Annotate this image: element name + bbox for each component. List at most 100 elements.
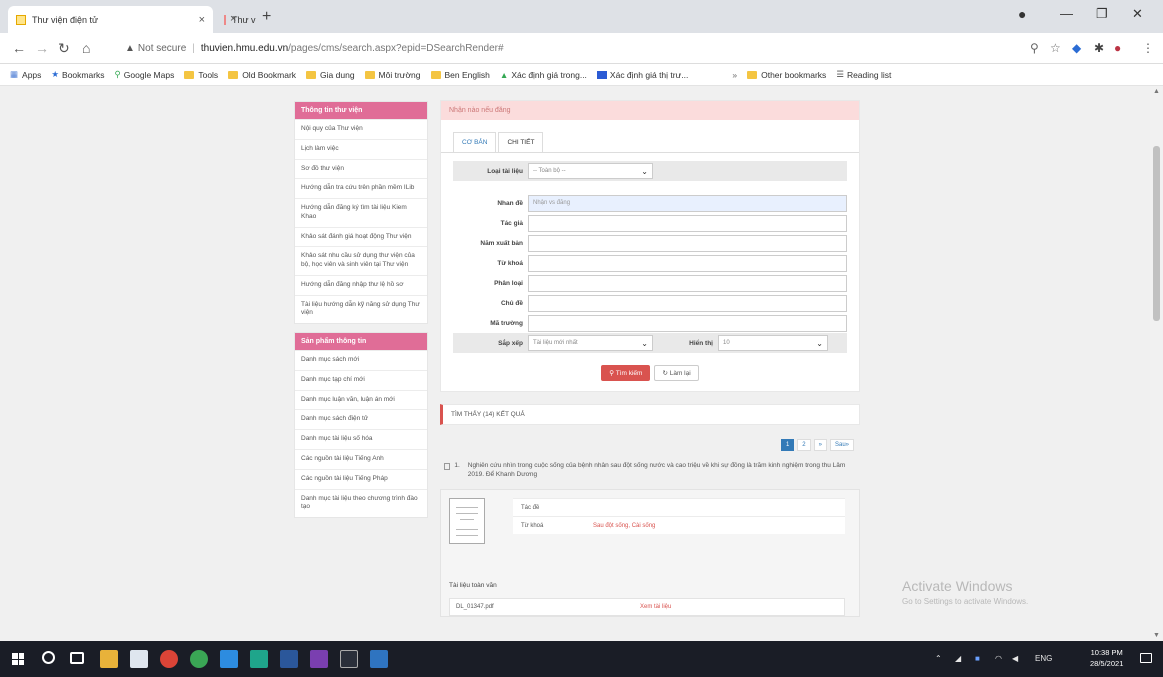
- scroll-up-icon[interactable]: ▲: [1153, 88, 1160, 95]
- next-page-button[interactable]: »: [813, 439, 827, 451]
- store-icon[interactable]: [130, 650, 148, 668]
- zoom-icon[interactable]: ⚲: [1030, 41, 1039, 55]
- sidebar-link[interactable]: Khảo sát đánh giá hoạt động Thư viện: [295, 226, 427, 247]
- back-icon[interactable]: ←: [12, 40, 26, 56]
- word-icon[interactable]: [280, 650, 298, 668]
- author-input[interactable]: [528, 214, 847, 232]
- search-button[interactable]: ⚲ Tìm kiếm: [601, 365, 651, 381]
- close-window-button[interactable]: ✕: [1132, 6, 1143, 22]
- bookmark-folder[interactable]: Tools: [184, 70, 218, 80]
- tray-app-icon[interactable]: ■: [975, 654, 980, 663]
- tab-advanced[interactable]: CHI TIẾT: [498, 132, 544, 152]
- browser-tab-1[interactable]: Thư viện điện tử ×: [8, 6, 213, 33]
- sidebar-link[interactable]: Danh mục tài liệu số hóa: [295, 429, 427, 449]
- task-view-icon[interactable]: [70, 652, 84, 664]
- sidebar-link[interactable]: Nội quy của Thư viện: [295, 119, 427, 139]
- network-icon[interactable]: ◢: [955, 654, 961, 663]
- keyword-input[interactable]: [528, 254, 847, 272]
- teamviewer-icon[interactable]: [220, 650, 238, 668]
- avatar[interactable]: ●: [1114, 41, 1121, 55]
- bookmark-item[interactable]: ⚲ Google Maps: [115, 69, 175, 80]
- sidebar-link[interactable]: Khảo sát nhu cầu sử dụng thư viện của bộ…: [295, 246, 427, 275]
- reading-list-icon: ☰: [836, 69, 844, 79]
- sidebar-link[interactable]: Lịch làm việc: [295, 138, 427, 159]
- search-icon[interactable]: [42, 651, 55, 664]
- app-icon-purple[interactable]: [310, 650, 328, 668]
- perpage-select[interactable]: 10 ⌄: [718, 335, 828, 351]
- volume-icon[interactable]: ◀: [1012, 654, 1018, 663]
- tab-basic[interactable]: CƠ BẢN: [453, 132, 497, 152]
- result-checkbox[interactable]: [444, 463, 451, 470]
- tray-chevron-icon[interactable]: ⌃: [935, 654, 942, 663]
- windows-start-icon[interactable]: [12, 653, 24, 665]
- bookmark-item[interactable]: Xác định giá thị trư...: [596, 70, 688, 80]
- extension-icon[interactable]: ◆: [1072, 41, 1081, 55]
- code-input[interactable]: [528, 314, 847, 332]
- bookmark-item[interactable]: ★ Bookmarks: [51, 69, 104, 80]
- sidebar-link[interactable]: Danh mục luận văn, luận án mới: [295, 389, 427, 410]
- notification-icon[interactable]: [1140, 653, 1152, 663]
- menu-icon[interactable]: ⋮: [1142, 41, 1154, 55]
- sidebar-link[interactable]: Danh mục sách mới: [295, 350, 427, 370]
- close-tab-icon[interactable]: ×: [199, 14, 205, 26]
- language-indicator[interactable]: ENG: [1035, 654, 1052, 663]
- reload-icon[interactable]: ↻: [58, 40, 70, 57]
- sidebar-link[interactable]: Các nguồn tài liệu Tiếng Anh: [295, 449, 427, 469]
- reading-list[interactable]: ☰ Reading list: [836, 69, 891, 80]
- subject-input[interactable]: [528, 274, 847, 292]
- sidebar-link[interactable]: Danh mục tài liệu theo chương trình đào …: [295, 488, 427, 518]
- puzzle-icon[interactable]: ✱: [1094, 41, 1104, 55]
- sidebar-link[interactable]: Hướng dẫn đăng ký tìm tài liệu Kiem Khao: [295, 198, 427, 227]
- apps-bookmark[interactable]: ▦ Apps: [10, 69, 41, 80]
- document-thumbnail[interactable]: [449, 498, 485, 545]
- meta-value[interactable]: Sau đột sống, Cài sống: [593, 523, 655, 529]
- close-tab-icon[interactable]: ×: [230, 13, 236, 25]
- view-document-link[interactable]: Xem tài liệu: [640, 604, 671, 610]
- sidebar-link[interactable]: Sơ đồ thư viện: [295, 158, 427, 179]
- home-icon[interactable]: ⌂: [82, 40, 90, 56]
- star-icon[interactable]: ☆: [1050, 41, 1061, 55]
- topic-input[interactable]: [528, 294, 847, 312]
- maximize-button[interactable]: ❐: [1096, 6, 1108, 22]
- app-icon-blue[interactable]: [370, 650, 388, 668]
- more-bookmarks-icon[interactable]: »: [732, 70, 737, 80]
- sidebar-link[interactable]: Tài liệu hướng dẫn kỹ năng sử dụng Thư v…: [295, 294, 427, 324]
- forward-icon[interactable]: →: [35, 40, 49, 56]
- bookmark-folder[interactable]: Ben English: [430, 70, 490, 80]
- page-scrollbar[interactable]: ▲ ▼: [1150, 86, 1163, 641]
- chrome-icon[interactable]: [160, 650, 178, 668]
- bookmark-item[interactable]: ▲ Xác định giá trong...: [500, 70, 587, 80]
- new-tab-button[interactable]: +: [262, 8, 271, 26]
- bookmark-folder[interactable]: Other bookmarks: [747, 70, 826, 80]
- bookmark-folder[interactable]: Môi trường: [364, 70, 421, 80]
- publisher-input[interactable]: [528, 234, 847, 252]
- scrollbar-thumb[interactable]: [1153, 146, 1160, 321]
- bookmark-folder[interactable]: Old Bookmark: [228, 70, 296, 80]
- sidebar-link[interactable]: Danh mục sách điện tử: [295, 409, 427, 429]
- last-page-button[interactable]: Sau»: [829, 439, 854, 451]
- sidebar-link[interactable]: Hướng dẫn tra cứu trên phần mềm ILib: [295, 178, 427, 198]
- reset-button[interactable]: ↻ Làm lại: [654, 365, 699, 381]
- page-2-button[interactable]: 2: [797, 439, 811, 451]
- app-icon-green[interactable]: [190, 650, 208, 668]
- url-path: /pages/cms/search.aspx?epid=DSearchRende…: [288, 43, 504, 54]
- title-input[interactable]: Nhận vs đăng: [528, 194, 847, 212]
- scroll-down-icon[interactable]: ▼: [1153, 632, 1160, 639]
- profile-icon[interactable]: ●: [1018, 6, 1026, 22]
- app-icon-bird[interactable]: [340, 650, 358, 668]
- attachment-row: DL_01347.pdf Xem tài liệu: [449, 598, 845, 617]
- minimize-button[interactable]: —: [1060, 6, 1073, 21]
- file-explorer-icon[interactable]: [100, 650, 118, 668]
- page-1-button[interactable]: 1: [780, 439, 795, 451]
- sort-select[interactable]: Tài liệu mới nhất ⌄: [528, 335, 653, 351]
- sidebar-link[interactable]: Các nguồn tài liệu Tiếng Pháp: [295, 468, 427, 489]
- clock[interactable]: 10:38 PM 28/5/2021: [1090, 648, 1123, 669]
- url-input[interactable]: ▲ Not secure | thuvien.hmu.edu.vn /pages…: [125, 38, 1025, 59]
- bookmark-folder[interactable]: Gia dung: [306, 70, 355, 80]
- sidebar-link[interactable]: Hướng dẫn đăng nhập thư lệ hồ sơ: [295, 274, 427, 295]
- wifi-icon[interactable]: ◠: [995, 654, 1002, 663]
- sidebar-link[interactable]: Danh mục tạp chí mới: [295, 369, 427, 390]
- app-icon-teal[interactable]: [250, 650, 268, 668]
- type-select[interactable]: -- Toàn bộ -- ⌄: [528, 163, 653, 179]
- result-title-link[interactable]: Nghiên cứu nhìn trong cuộc sống của bệnh…: [468, 461, 856, 479]
